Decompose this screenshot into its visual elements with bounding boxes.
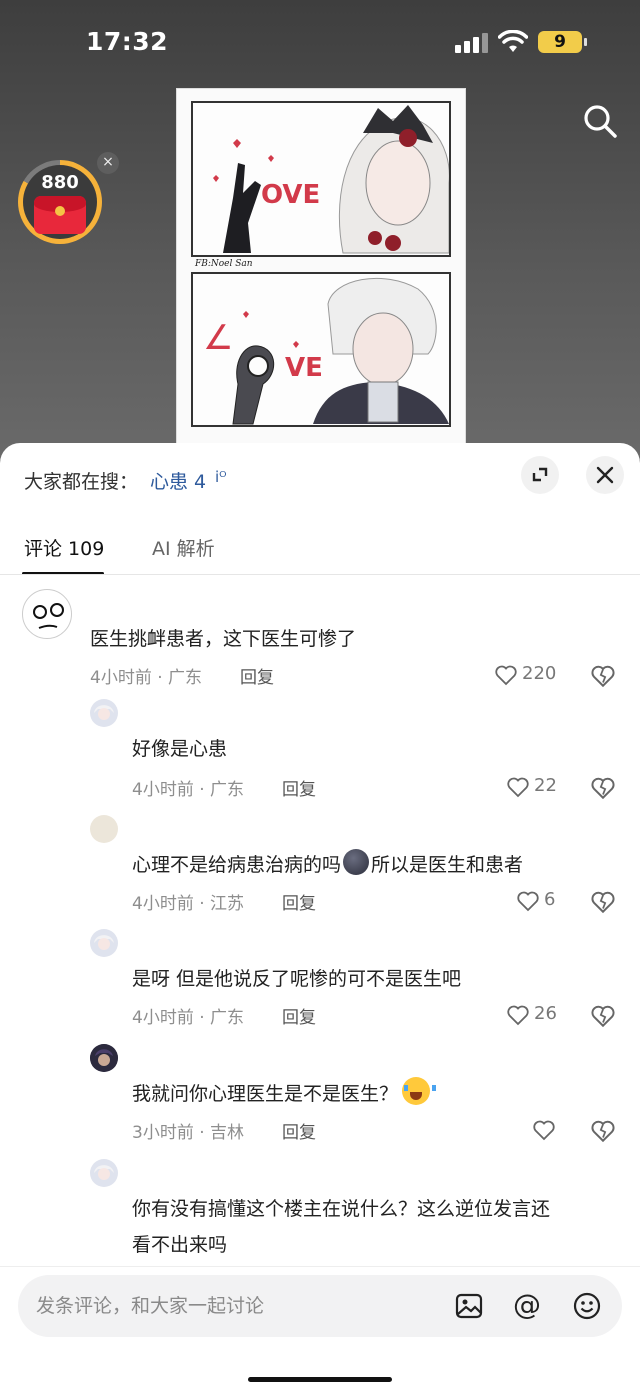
comment-text-part: 心理不是给病患治病的吗 xyxy=(132,854,342,876)
artwork-panel-top: OVE xyxy=(191,101,451,257)
search-icon[interactable] xyxy=(582,103,618,139)
reply-button[interactable]: 回复 xyxy=(282,889,316,914)
status-bar: 17:32 9 xyxy=(0,0,640,88)
close-button[interactable] xyxy=(586,456,624,494)
comment-text: 好像是心患 xyxy=(132,738,228,760)
image-icon[interactable] xyxy=(454,1291,484,1321)
home-indicator xyxy=(248,1377,392,1382)
artwork-illustration-bottom: ∠ VE xyxy=(193,274,449,425)
tab-ai-analysis[interactable]: AI 解析 xyxy=(152,534,215,561)
dislike-icon[interactable] xyxy=(590,663,616,689)
beige-avatar[interactable] xyxy=(90,815,118,843)
like-count: 220 xyxy=(522,663,557,684)
trending-label: 大家都在搜： xyxy=(24,471,139,493)
status-time: 17:32 xyxy=(86,27,169,56)
trending-search-icon[interactable]: iᴼ xyxy=(215,468,227,486)
comment-meta: 4小时前 · 广东 xyxy=(132,1008,245,1028)
dislike-icon[interactable] xyxy=(590,1118,616,1144)
battery-icon: 9 xyxy=(538,31,587,53)
battery-level: 9 xyxy=(554,32,566,52)
artwork-credit: FB:Noel San xyxy=(195,259,253,269)
reply-button[interactable]: 回复 xyxy=(282,775,316,800)
reward-close-button[interactable]: × xyxy=(97,152,119,174)
comment-text: 我就问你心理医生是不是医生？ xyxy=(132,1076,437,1112)
reward-widget[interactable]: 880 xyxy=(18,160,102,244)
wifi-icon xyxy=(498,30,528,52)
red-envelope-icon xyxy=(34,196,86,234)
svg-text:OVE: OVE xyxy=(261,180,320,210)
comment-text-part: 所以是医生和患者 xyxy=(371,854,524,876)
comment-meta: 4小时前 · 广东 xyxy=(90,668,203,688)
like-count: 22 xyxy=(534,775,557,796)
like-count: 26 xyxy=(534,1003,557,1024)
comment-text: 看不出来吗 xyxy=(132,1234,228,1256)
heart-icon xyxy=(495,665,517,686)
svg-text:∠: ∠ xyxy=(203,318,233,358)
comment-text: 你有没有搞懂这个楼主在说什么？这么逆位发言还 xyxy=(132,1198,551,1220)
svg-text:VE: VE xyxy=(285,353,323,383)
crying-laugh-emoji xyxy=(402,1077,437,1105)
comment-input-wrapper: @ xyxy=(18,1275,622,1337)
anime-avatar[interactable] xyxy=(90,1159,118,1187)
reply-button[interactable]: 回复 xyxy=(240,663,274,688)
artwork-illustration-top: OVE xyxy=(193,103,449,255)
comment-text: 心理不是给病患治病的吗 所以是医生和患者 xyxy=(132,847,523,883)
signal-icon xyxy=(455,33,489,53)
reply-item: 你有没有搞懂这个楼主在说什么？这么逆位发言还 看不出来吗 xyxy=(0,1159,640,1269)
comment-input[interactable] xyxy=(36,1275,436,1337)
mention-icon[interactable]: @ xyxy=(512,1291,542,1321)
reply-item: 是呀 但是他说反了呢惨的可不是医生吧 4小时前 · 广东 回复 26 xyxy=(0,929,640,1039)
video-artwork[interactable]: OVE FB:Noel San ∠ VE xyxy=(176,88,466,448)
dislike-icon[interactable] xyxy=(590,1003,616,1029)
heart-icon xyxy=(517,891,539,912)
comment-text: 医生挑衅患者，这下医生可惨了 xyxy=(90,628,357,650)
dislike-icon[interactable] xyxy=(590,889,616,915)
reply-item: 我就问你心理医生是不是医生？ 3小时前 · 吉林 回复 xyxy=(0,1044,640,1154)
dark-anime-avatar[interactable] xyxy=(90,1044,118,1072)
tab-comments[interactable]: 评论 109 xyxy=(24,534,104,561)
comment-text-part: 我就问你心理医生是不是医生？ xyxy=(132,1083,399,1105)
reply-item: 好像是心患 4小时前 · 广东 回复 22 xyxy=(0,699,640,809)
emoji-icon[interactable] xyxy=(572,1291,602,1321)
like-button[interactable]: 6 xyxy=(516,887,596,917)
comment-meta: 3小时前 · 吉林 xyxy=(132,1123,245,1143)
heart-icon xyxy=(507,1005,529,1026)
anime-avatar[interactable] xyxy=(90,929,118,957)
sketch-face-avatar[interactable] xyxy=(22,589,72,639)
reply-button[interactable]: 回复 xyxy=(282,1003,316,1028)
like-button[interactable]: 26 xyxy=(506,1001,586,1031)
reply-button[interactable]: 回复 xyxy=(282,1118,316,1143)
comments-sheet: 大家都在搜： 心患 4 iᴼ 评论 109 AI 解析 医生挑衅患者，这下医生可… xyxy=(0,443,640,1388)
like-button[interactable]: 220 xyxy=(494,661,574,691)
expand-button[interactable] xyxy=(521,456,559,494)
artwork-panel-bottom: ∠ VE xyxy=(191,272,451,427)
anime-avatar[interactable] xyxy=(90,699,118,727)
heart-icon xyxy=(533,1120,555,1141)
dark-face-emoji xyxy=(343,849,370,875)
heart-icon xyxy=(507,777,529,798)
like-count: 6 xyxy=(544,889,556,910)
dislike-icon[interactable] xyxy=(590,775,616,801)
trending-query-link[interactable]: 心患 4 xyxy=(150,467,206,494)
comment-meta: 4小时前 · 江苏 xyxy=(132,894,245,914)
comment-text: 是呀 但是他说反了呢惨的可不是医生吧 xyxy=(132,968,462,990)
expand-icon xyxy=(532,467,548,482)
comment-meta: 4小时前 · 广东 xyxy=(132,780,245,800)
reward-count: 880 xyxy=(41,172,79,193)
close-icon xyxy=(596,466,614,484)
reply-item: 心理不是给病患治病的吗 所以是医生和患者 4小时前 · 江苏 回复 6 xyxy=(0,815,640,925)
sheet-header: 大家都在搜： 心患 4 iᴼ xyxy=(0,443,640,515)
tabs-divider xyxy=(0,574,640,575)
comment-input-bar: @ xyxy=(0,1266,640,1388)
like-button[interactable]: 22 xyxy=(506,773,586,803)
comment-item: 医生挑衅患者，这下医生可惨了 4小时前 · 广东 回复 220 xyxy=(0,589,640,699)
